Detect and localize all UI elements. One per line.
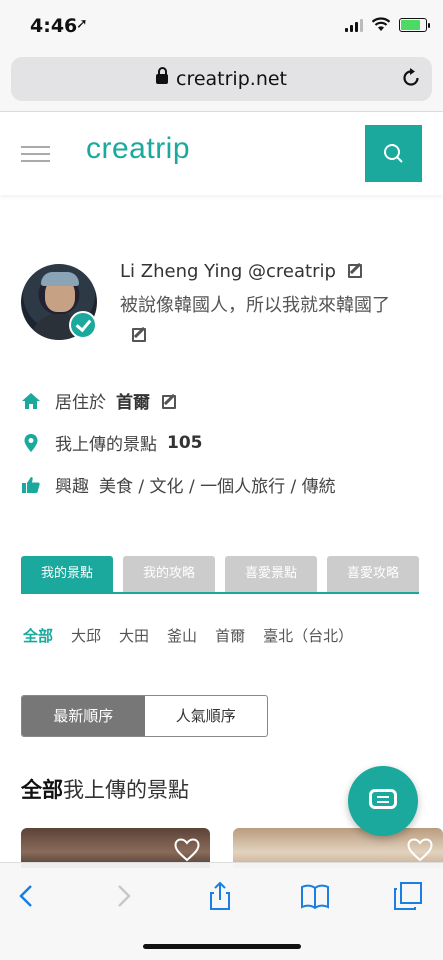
profile-name-text: Li Zheng Ying @creatrip bbox=[120, 261, 336, 282]
city-filter-busan[interactable]: 釜山 bbox=[167, 625, 197, 646]
chat-button[interactable] bbox=[348, 766, 418, 836]
city-filter-daegu[interactable]: 大邱 bbox=[71, 625, 101, 646]
site-header: creatrip bbox=[0, 112, 443, 195]
reload-icon[interactable] bbox=[400, 67, 422, 89]
wifi-icon bbox=[371, 17, 391, 31]
home-icon bbox=[22, 392, 40, 409]
profile-name: Li Zheng Ying @creatrip bbox=[120, 261, 362, 282]
lock-icon bbox=[156, 67, 168, 84]
sort-popular-button[interactable]: 人氣順序 bbox=[145, 696, 268, 736]
tab-my-guides[interactable]: 我的攻略 bbox=[123, 556, 215, 592]
verified-check-icon bbox=[69, 311, 97, 339]
status-icons bbox=[345, 17, 430, 32]
uploads-row: 我上傳的景點 105 bbox=[21, 430, 203, 455]
tab-favorite-spots[interactable]: 喜愛景點 bbox=[225, 556, 317, 592]
browser-address-area: creatrip.net bbox=[0, 52, 443, 112]
profile-bio: 被說像韓國人，所以我就來韓國了 bbox=[120, 291, 392, 351]
thumbs-up-icon bbox=[22, 476, 40, 493]
interests-row: 興趣 美食 / 文化 / 一個人旅行 / 傳統 bbox=[21, 472, 336, 497]
sort-latest-button[interactable]: 最新順序 bbox=[22, 696, 145, 736]
status-bar: 4:46 ➚ bbox=[0, 0, 443, 52]
section-title-text: 我上傳的景點 bbox=[63, 778, 189, 802]
section-title-prefix: 全部 bbox=[21, 778, 63, 802]
edit-name-icon[interactable] bbox=[347, 264, 362, 278]
status-time: 4:46 bbox=[30, 15, 78, 37]
residence-row: 居住於 首爾 bbox=[21, 388, 176, 413]
edit-bio-icon[interactable] bbox=[132, 328, 146, 342]
url-bar[interactable]: creatrip.net bbox=[11, 57, 432, 101]
residence-label: 居住於 bbox=[55, 393, 106, 413]
chat-icon bbox=[369, 789, 397, 809]
uploads-label: 我上傳的景點 bbox=[55, 435, 157, 455]
home-indicator bbox=[143, 944, 301, 949]
uploads-count: 105 bbox=[167, 432, 203, 453]
search-icon bbox=[384, 144, 403, 163]
heart-icon[interactable] bbox=[174, 838, 200, 862]
tab-my-spots[interactable]: 我的景點 bbox=[21, 556, 113, 592]
bio-text: 被說像韓國人，所以我就來韓國了 bbox=[120, 295, 390, 316]
cellular-signal-icon bbox=[345, 18, 363, 32]
back-icon[interactable] bbox=[12, 881, 42, 911]
city-filter-taipei[interactable]: 臺北（台北） bbox=[263, 625, 353, 646]
url-text: creatrip.net bbox=[11, 67, 432, 90]
interests-value: 美食 / 文化 / 一個人旅行 / 傳統 bbox=[99, 477, 336, 497]
city-filter-all[interactable]: 全部 bbox=[23, 625, 53, 646]
location-pin-icon bbox=[24, 433, 38, 452]
city-filter-daejeon[interactable]: 大田 bbox=[119, 625, 149, 646]
hamburger-menu-icon[interactable] bbox=[21, 146, 50, 164]
location-arrow-icon: ➚ bbox=[76, 16, 88, 32]
creatrip-logo[interactable]: creatrip bbox=[86, 132, 190, 166]
domain-label: creatrip.net bbox=[176, 68, 287, 90]
section-title: 全部我上傳的景點 bbox=[21, 774, 189, 804]
interests-label: 興趣 bbox=[55, 477, 89, 497]
city-filter: 全部 大邱 大田 釜山 首爾 臺北（台北） bbox=[23, 625, 353, 646]
residence-value: 首爾 bbox=[116, 393, 150, 413]
bookmarks-icon[interactable] bbox=[300, 881, 330, 911]
forward-icon[interactable] bbox=[108, 881, 138, 911]
battery-icon bbox=[399, 17, 430, 32]
edit-residence-icon[interactable] bbox=[162, 394, 176, 409]
tabs-icon[interactable] bbox=[393, 881, 423, 911]
search-button[interactable] bbox=[365, 125, 422, 182]
heart-icon[interactable] bbox=[407, 838, 433, 862]
city-filter-seoul[interactable]: 首爾 bbox=[215, 625, 245, 646]
share-icon[interactable] bbox=[205, 881, 235, 911]
tab-favorite-guides[interactable]: 喜愛攻略 bbox=[327, 556, 419, 592]
sort-toggle: 最新順序 人氣順序 bbox=[21, 695, 268, 737]
profile-tabs: 我的景點 我的攻略 喜愛景點 喜愛攻略 bbox=[21, 556, 419, 594]
